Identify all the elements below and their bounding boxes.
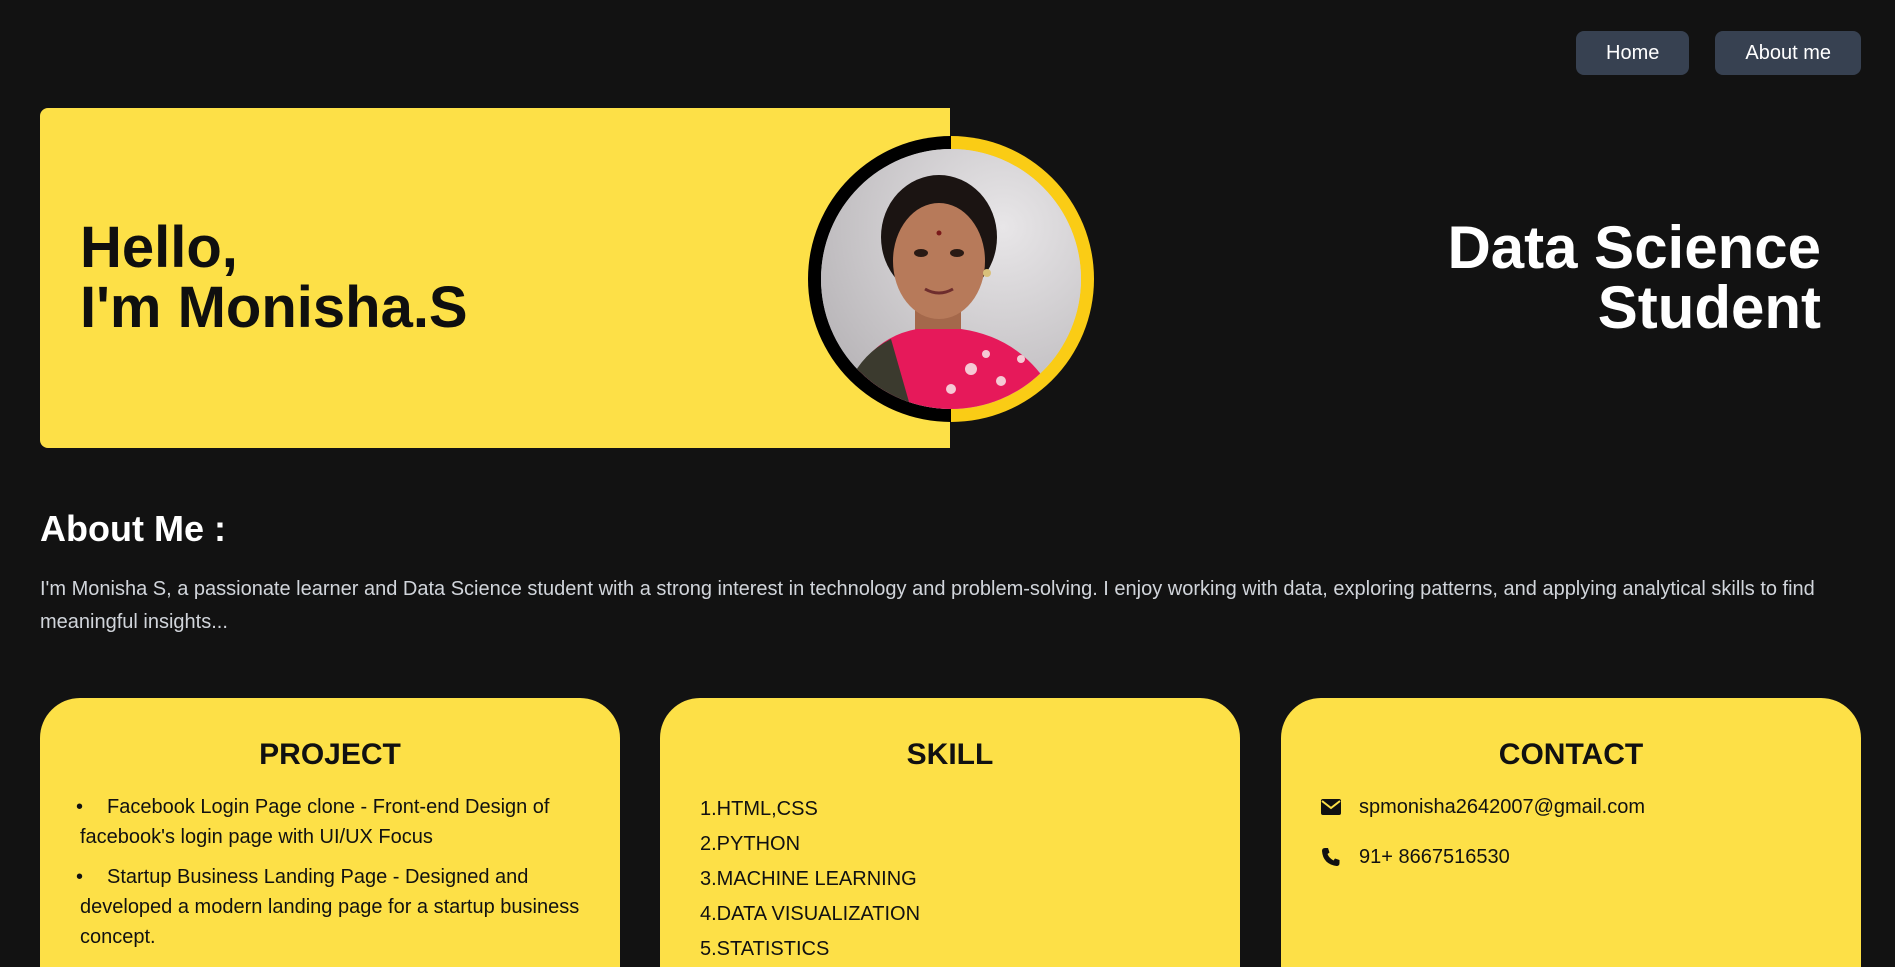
about-heading: About Me : [40, 508, 226, 549]
skill-item: 5.STATISTICS [700, 938, 830, 960]
contact-card: CONTACT spmonisha2642007@gmail.com 91+ 8… [1281, 698, 1861, 967]
project-item: Startup Business Landing Page - Designed… [76, 862, 580, 952]
project-list: Facebook Login Page clone - Front-end De… [76, 792, 580, 952]
avatar-ring [808, 136, 1094, 422]
email-link[interactable]: spmonisha2642007@gmail.com [1359, 792, 1645, 822]
skill-item: 4.DATA VISUALIZATION [700, 903, 921, 925]
skill-card: SKILL 1.HTML,CSS 2.PYTHON 3.MACHINE LEAR… [660, 698, 1240, 967]
about-text: I'm Monisha S, a passionate learner and … [40, 578, 1815, 633]
home-button[interactable]: Home [1576, 31, 1690, 75]
skill-title: SKILL [906, 738, 994, 771]
greeting-line-1: Hello, [80, 215, 238, 280]
contact-email-row: spmonisha2642007@gmail.com [1321, 792, 1821, 822]
envelope-icon [1321, 797, 1341, 817]
project-card: PROJECT Facebook Login Page clone - Fron… [40, 698, 620, 967]
greeting-line-2: I'm Monisha.S [80, 275, 468, 340]
skill-list: 1.HTML,CSS 2.PYTHON 3.MACHINE LEARNING 4… [700, 792, 1200, 967]
title-line-1: Data Science [1447, 214, 1821, 281]
project-item: Facebook Login Page clone - Front-end De… [76, 792, 580, 852]
portfolio-page: Home About me Hello, I'm Monisha.S Data … [0, 0, 1895, 967]
title-line-2: Student [1597, 274, 1821, 341]
hero-title: Data Science Student [1447, 218, 1821, 338]
skill-item: 3.MACHINE LEARNING [700, 868, 917, 890]
skill-item: 1.HTML,CSS [700, 798, 818, 820]
about-me-button[interactable]: About me [1715, 31, 1861, 75]
phone-link[interactable]: 91+ 8667516530 [1359, 842, 1510, 872]
contact-phone-row: 91+ 8667516530 [1321, 842, 1821, 872]
project-title: PROJECT [259, 738, 401, 771]
profile-photo-illustration [821, 149, 1081, 409]
hero-greeting: Hello, I'm Monisha.S [80, 218, 468, 338]
contact-title: CONTACT [1498, 738, 1644, 771]
profile-photo [821, 149, 1081, 409]
phone-icon [1321, 847, 1341, 867]
top-nav: Home About me [1576, 31, 1861, 75]
skill-item: 2.PYTHON [700, 833, 801, 855]
